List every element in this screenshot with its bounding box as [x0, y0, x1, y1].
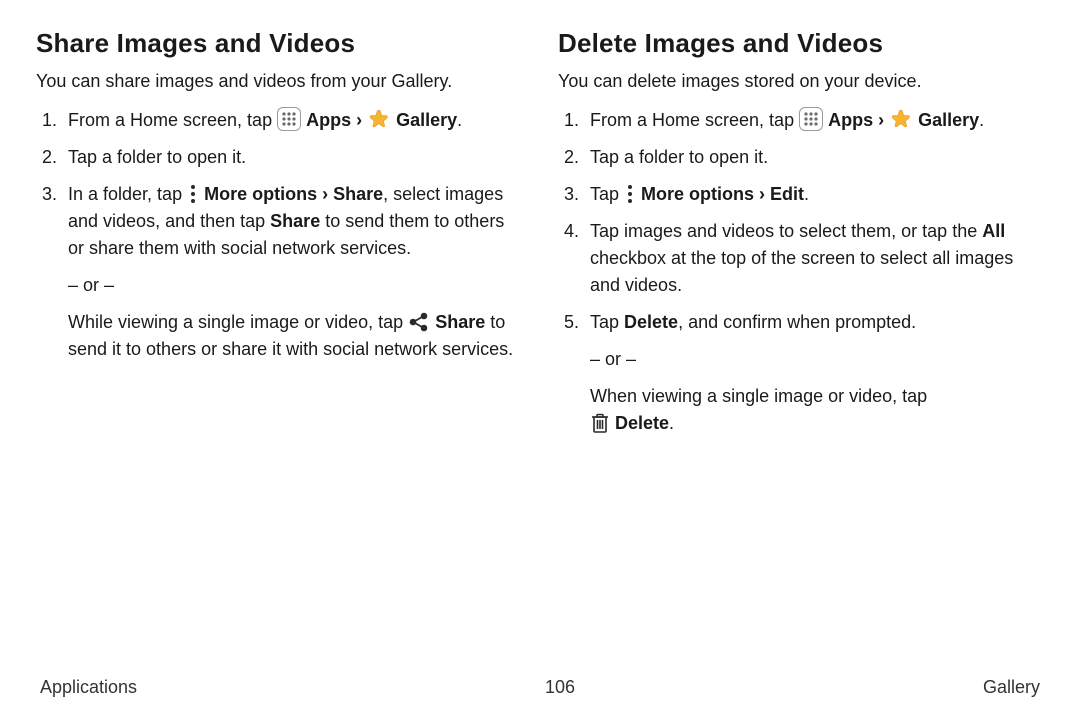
- intro-share: You can share images and videos from you…: [36, 69, 522, 93]
- delete-step-5: Tap Delete, and confirm when prompted. –…: [584, 309, 1044, 437]
- text: In a folder, tap: [68, 184, 187, 204]
- apps-label: Apps: [306, 110, 351, 130]
- text: Tap: [590, 312, 624, 332]
- heading-share: Share Images and Videos: [36, 28, 522, 59]
- delete-step-3: Tap More options › Edit.: [584, 181, 1044, 208]
- delete-step-4: Tap images and videos to select them, or…: [584, 218, 1044, 299]
- columns: Share Images and Videos You can share im…: [36, 28, 1044, 677]
- text: From a Home screen, tap: [68, 110, 277, 130]
- more-label: More options: [641, 184, 754, 204]
- text: From a Home screen, tap: [590, 110, 799, 130]
- gallery-label: Gallery: [918, 110, 979, 130]
- or-separator: – or –: [68, 272, 522, 299]
- text: Tap: [590, 184, 624, 204]
- gallery-label: Gallery: [396, 110, 457, 130]
- intro-delete: You can delete images stored on your dev…: [558, 69, 1044, 93]
- share-path: › Share: [317, 184, 383, 204]
- delete-icon: [590, 412, 610, 434]
- delete-step-2: Tap a folder to open it.: [584, 144, 1044, 171]
- heading-delete: Delete Images and Videos: [558, 28, 1044, 59]
- share-step-1: From a Home screen, tap Apps ›: [62, 107, 522, 134]
- more-options-icon: [624, 184, 636, 204]
- period: .: [669, 413, 674, 433]
- page-footer: Applications 106 Gallery: [36, 677, 1044, 720]
- text: , and confirm when prompted.: [678, 312, 916, 332]
- more-options-icon: [187, 184, 199, 204]
- text: Tap images and videos to select them, or…: [590, 221, 982, 241]
- or-separator: – or –: [590, 346, 1044, 373]
- manual-page: Share Images and Videos You can share im…: [0, 0, 1080, 720]
- footer-page-number: 106: [545, 677, 575, 698]
- share-icon: [408, 311, 430, 333]
- gallery-icon: [889, 108, 913, 132]
- apps-label: Apps: [828, 110, 873, 130]
- share-step-3: In a folder, tap More options › Share, s…: [62, 181, 522, 363]
- period: .: [804, 184, 809, 204]
- gallery-icon: [367, 108, 391, 132]
- text: When viewing a single image or video, ta…: [590, 386, 927, 406]
- period: .: [457, 110, 462, 130]
- col-share: Share Images and Videos You can share im…: [36, 28, 522, 677]
- share-alt: While viewing a single image or video, t…: [68, 309, 522, 363]
- share-bold: Share: [270, 211, 320, 231]
- chevron: ›: [873, 110, 889, 130]
- delete-bold: Delete: [624, 312, 678, 332]
- apps-icon: [277, 107, 301, 131]
- period: .: [979, 110, 984, 130]
- all-bold: All: [982, 221, 1005, 241]
- footer-chapter: Gallery: [983, 677, 1040, 698]
- delete-alt: When viewing a single image or video, ta…: [590, 383, 1044, 437]
- apps-icon: [799, 107, 823, 131]
- edit-path: › Edit: [754, 184, 804, 204]
- footer-section: Applications: [40, 677, 137, 698]
- share-bold2: Share: [435, 312, 485, 332]
- delete-bold2: Delete: [615, 413, 669, 433]
- text: While viewing a single image or video, t…: [68, 312, 408, 332]
- more-label: More options: [204, 184, 317, 204]
- share-step-2: Tap a folder to open it.: [62, 144, 522, 171]
- delete-step-1: From a Home screen, tap Apps ›: [584, 107, 1044, 134]
- steps-delete: From a Home screen, tap Apps ›: [558, 107, 1044, 437]
- chevron: ›: [351, 110, 367, 130]
- col-delete: Delete Images and Videos You can delete …: [558, 28, 1044, 677]
- steps-share: From a Home screen, tap Apps ›: [36, 107, 522, 363]
- text: checkbox at the top of the screen to sel…: [590, 248, 1013, 295]
